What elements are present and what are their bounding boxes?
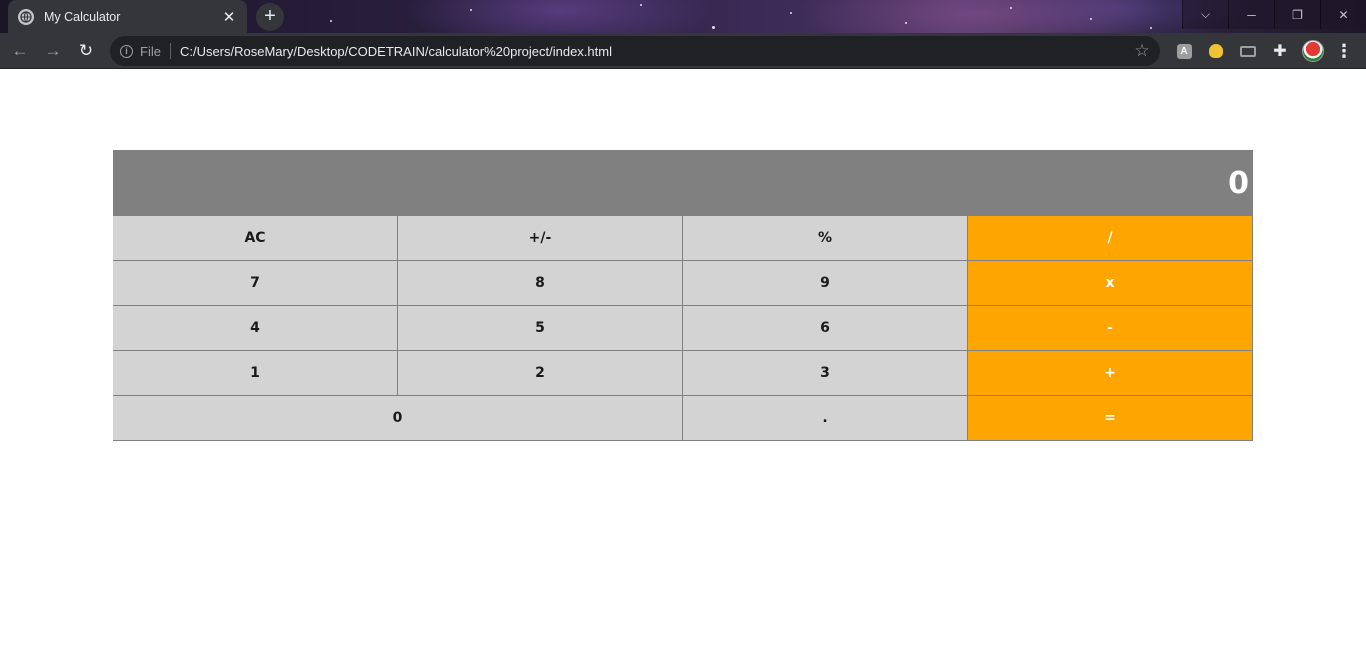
- extension-a-icon[interactable]: A: [1174, 41, 1194, 61]
- divide-button[interactable]: /: [968, 216, 1253, 261]
- background-star: [712, 26, 715, 29]
- digit-5-button[interactable]: 5: [398, 306, 683, 351]
- restore-button[interactable]: ❐: [1274, 0, 1320, 29]
- url-text[interactable]: C:/Users/RoseMary/Desktop/CODETRAIN/calc…: [180, 44, 1130, 59]
- card-icon: [1240, 45, 1256, 57]
- background-star: [1010, 7, 1012, 9]
- digit-8-button[interactable]: 8: [398, 261, 683, 306]
- keypad: AC +/- % / 7 8 9 x 4 5 6 - 1 2 3 + 0 . =: [113, 216, 1253, 441]
- back-button[interactable]: ←: [8, 39, 32, 63]
- tab-search-button[interactable]: ⌵: [1182, 0, 1228, 29]
- new-tab-button[interactable]: +: [256, 3, 284, 31]
- address-bar[interactable]: i File C:/Users/RoseMary/Desktop/CODETRA…: [110, 36, 1160, 66]
- decimal-button[interactable]: .: [683, 396, 968, 441]
- clear-button[interactable]: AC: [113, 216, 398, 261]
- minimize-button[interactable]: ─: [1228, 0, 1274, 29]
- equals-button[interactable]: =: [968, 396, 1253, 441]
- digit-4-button[interactable]: 4: [113, 306, 398, 351]
- globe-icon: [18, 8, 34, 25]
- digit-9-button[interactable]: 9: [683, 261, 968, 306]
- background-star: [1150, 27, 1152, 29]
- site-security-label[interactable]: File: [140, 44, 161, 59]
- sign-toggle-button[interactable]: +/-: [398, 216, 683, 261]
- background-star: [790, 12, 792, 14]
- browser-title-bar: My Calculator ✕ + ⌵ ─ ❐ ✕: [0, 0, 1366, 33]
- multiply-button[interactable]: x: [968, 261, 1253, 306]
- calculator-display: 0: [113, 150, 1253, 216]
- background-star: [1090, 18, 1092, 20]
- browser-toolbar: ← → ↻ i File C:/Users/RoseMary/Desktop/C…: [0, 33, 1366, 69]
- background-star: [640, 4, 642, 6]
- puzzle-icon[interactable]: ✚: [1270, 41, 1290, 61]
- calculator: 0 AC +/- % / 7 8 9 x 4 5 6 - 1 2 3 + 0 .…: [113, 150, 1253, 441]
- window-controls: ⌵ ─ ❐ ✕: [1182, 0, 1366, 29]
- digit-3-button[interactable]: 3: [683, 351, 968, 396]
- bookmark-star-icon[interactable]: ☆: [1130, 41, 1154, 61]
- puzzle-glyph: ✚: [1273, 43, 1287, 60]
- background-star: [330, 20, 332, 22]
- extension-card-icon[interactable]: [1238, 41, 1258, 61]
- browser-tab[interactable]: My Calculator ✕: [8, 0, 247, 33]
- add-button[interactable]: +: [968, 351, 1253, 396]
- tab-title: My Calculator: [44, 9, 121, 24]
- display-value: 0: [1228, 165, 1249, 201]
- hand-icon: [1209, 44, 1223, 58]
- reload-button[interactable]: ↻: [74, 39, 98, 63]
- background-star: [470, 9, 472, 11]
- digit-6-button[interactable]: 6: [683, 306, 968, 351]
- subtract-button[interactable]: -: [968, 306, 1253, 351]
- profile-avatar[interactable]: [1301, 39, 1325, 63]
- digit-7-button[interactable]: 7: [113, 261, 398, 306]
- omnibox-divider: [169, 43, 171, 59]
- close-window-button[interactable]: ✕: [1320, 0, 1366, 29]
- menu-dots-icon: ⋮: [1335, 41, 1353, 61]
- forward-button[interactable]: →: [41, 39, 65, 63]
- digit-0-button[interactable]: 0: [113, 396, 683, 441]
- browser-menu-button[interactable]: ⋮: [1334, 41, 1354, 61]
- extension-hand-icon[interactable]: [1206, 41, 1226, 61]
- background-star: [905, 22, 907, 24]
- digit-1-button[interactable]: 1: [113, 351, 398, 396]
- digit-2-button[interactable]: 2: [398, 351, 683, 396]
- extension-a-glyph: A: [1176, 43, 1192, 59]
- site-info-icon[interactable]: i: [120, 44, 133, 58]
- close-tab-icon[interactable]: ✕: [221, 8, 237, 26]
- avatar: [1302, 40, 1324, 62]
- percent-button[interactable]: %: [683, 216, 968, 261]
